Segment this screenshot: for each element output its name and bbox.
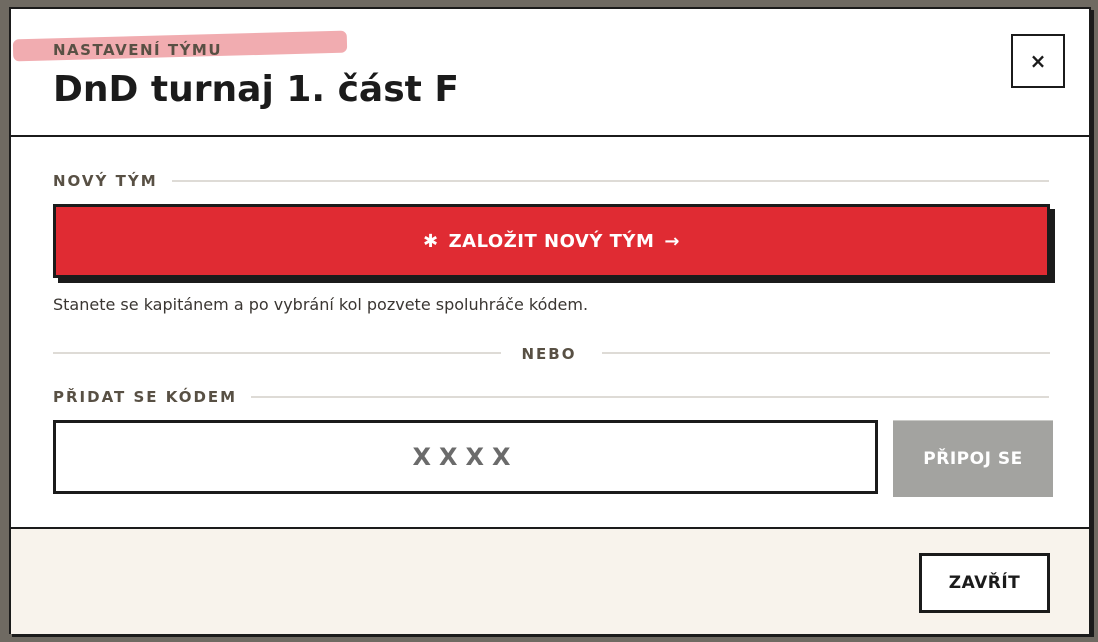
team-settings-modal: NASTAVENÍ TÝMU DnD turnaj 1. část F × NO… xyxy=(9,7,1091,634)
modal-title: DnD turnaj 1. část F xyxy=(53,69,459,110)
divider-rule-right xyxy=(602,352,1050,354)
join-button[interactable]: PŘIPOJ SE xyxy=(893,420,1053,497)
modal-footer: ZAVŘÍT xyxy=(11,527,1089,634)
close-icon: × xyxy=(1029,49,1047,73)
create-team-button[interactable]: ✱ ZALOŽIT NOVÝ TÝM → xyxy=(53,204,1050,278)
modal-eyebrow: NASTAVENÍ TÝMU xyxy=(53,41,223,59)
close-button[interactable]: × xyxy=(1011,34,1065,88)
section-rule-join xyxy=(247,396,1049,398)
create-team-hint: Stanete se kapitánem a po vybrání kol po… xyxy=(53,295,589,314)
divider-label: NEBO xyxy=(521,345,577,363)
team-code-input[interactable] xyxy=(53,420,878,494)
divider-rule-left xyxy=(53,352,501,354)
arrow-right-icon: → xyxy=(664,230,680,252)
eyebrow-wrap: NASTAVENÍ TÝMU xyxy=(12,30,348,62)
footer-close-button[interactable]: ZAVŘÍT xyxy=(919,553,1050,613)
section-label-new-team: NOVÝ TÝM xyxy=(53,172,172,190)
section-label-join: PŘIDAT SE KÓDEM xyxy=(53,388,252,406)
modal-header: NASTAVENÍ TÝMU DnD turnaj 1. část F × xyxy=(11,9,1089,137)
section-rule-new-team xyxy=(169,180,1049,182)
asterisk-icon: ✱ xyxy=(423,230,439,252)
create-team-button-label: ZALOŽIT NOVÝ TÝM xyxy=(448,230,655,252)
